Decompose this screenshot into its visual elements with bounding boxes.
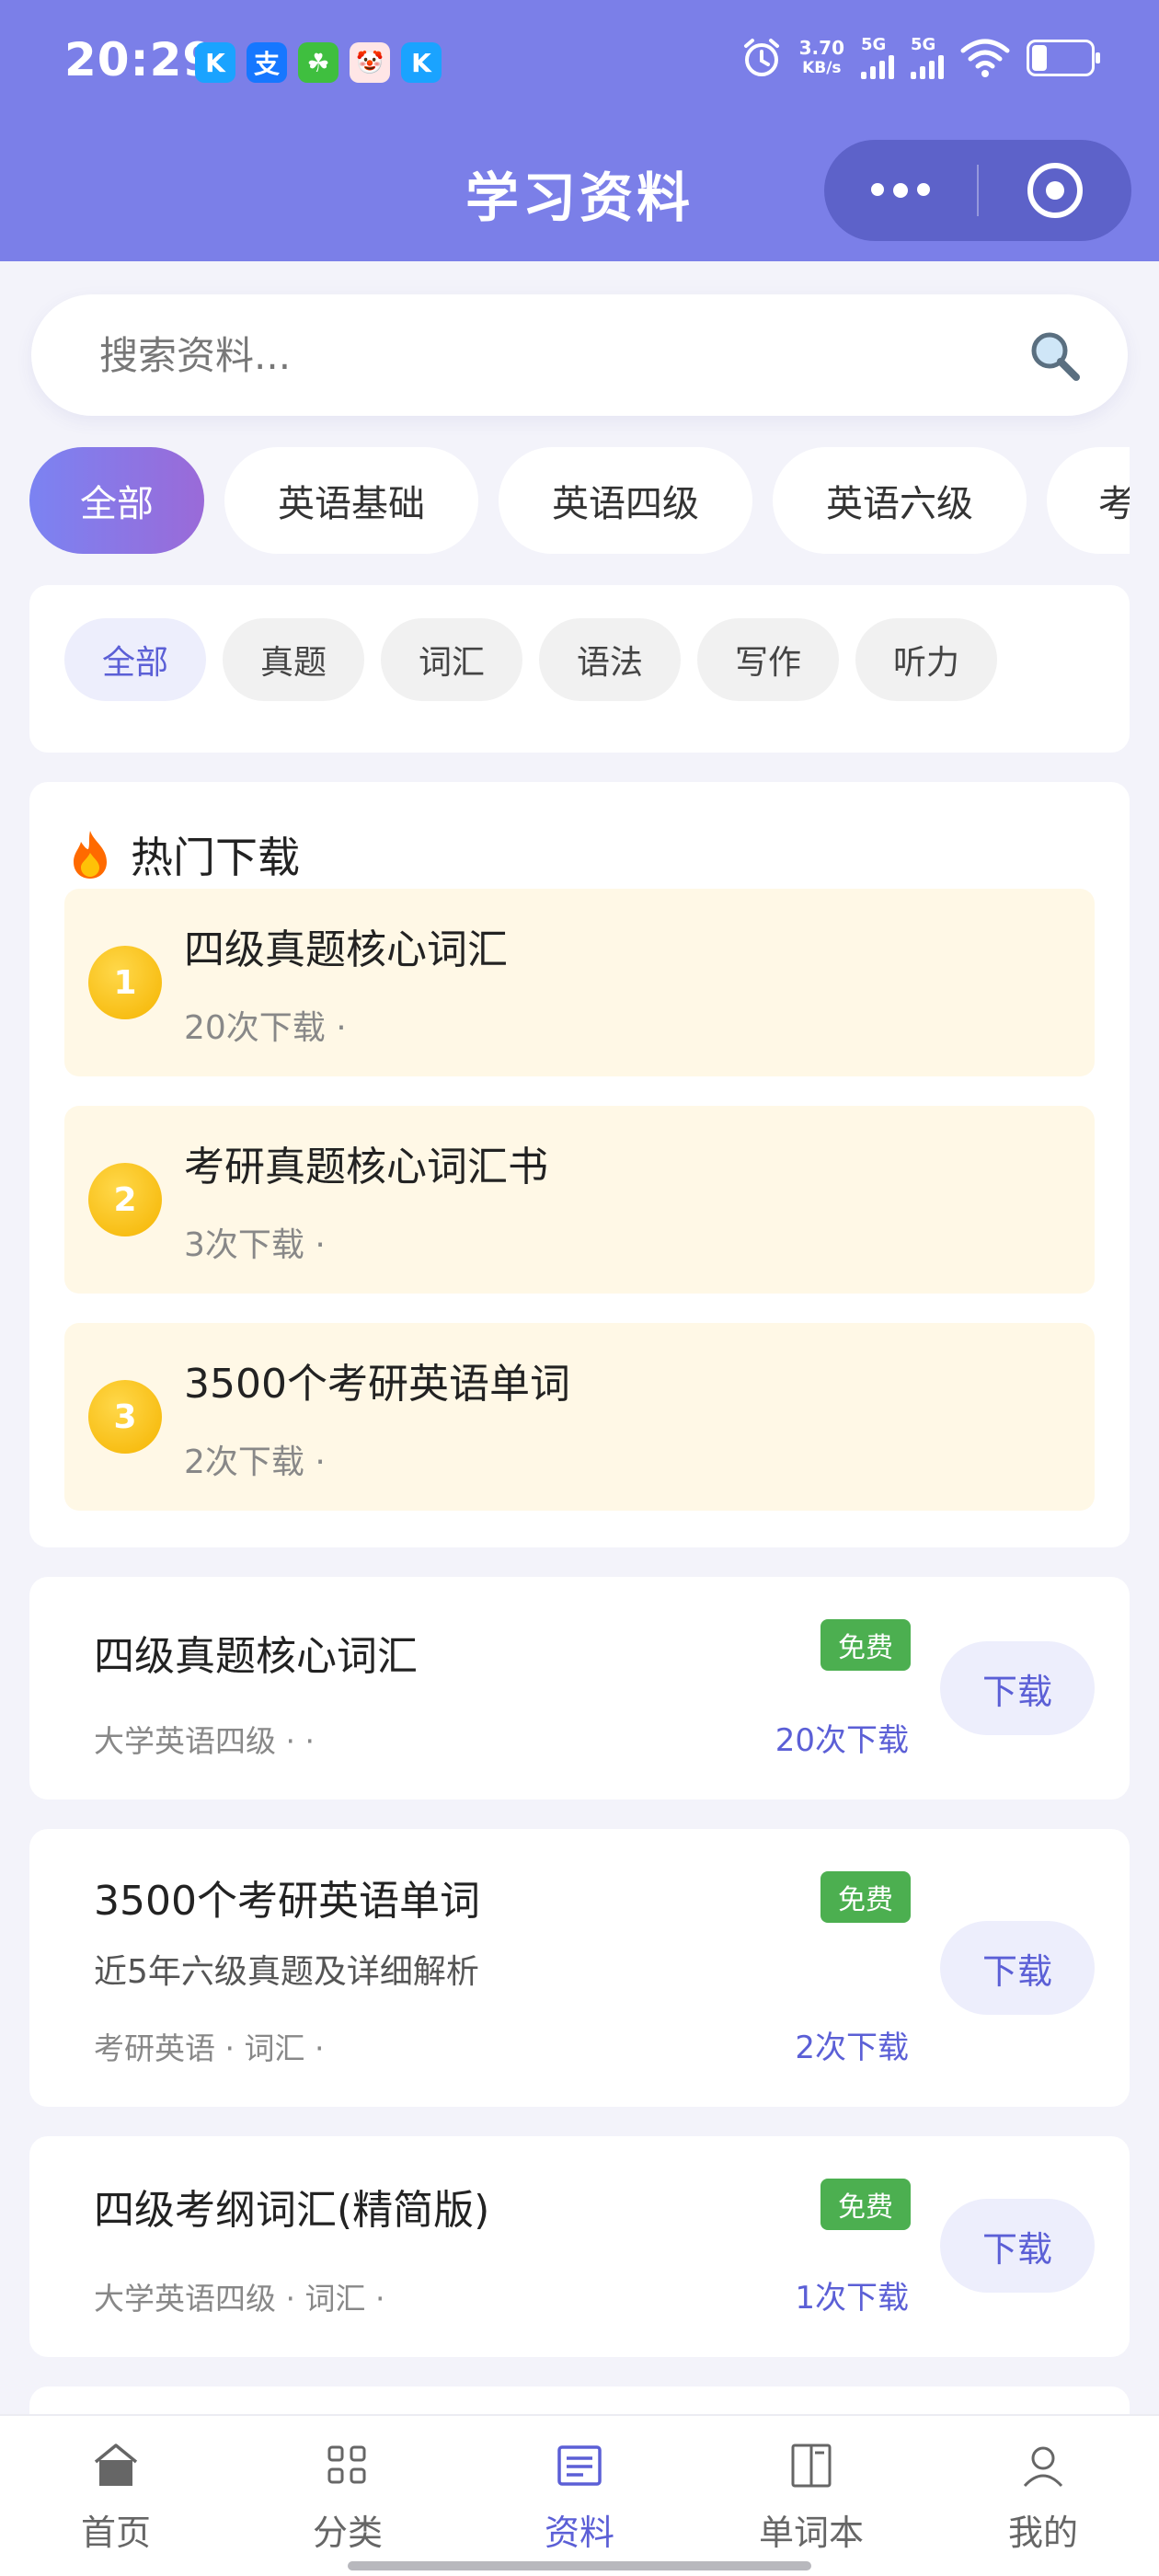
app-root: 20:29 K 支 ☘ 🤡 K 3.70 KB/s 5G 5G 学习资料 搜索资… bbox=[0, 0, 1159, 2576]
tab-profile[interactable]: 我的 bbox=[951, 2440, 1135, 2555]
tab-home[interactable]: 首页 bbox=[24, 2440, 208, 2555]
tag-past-papers[interactable]: 真题 bbox=[223, 618, 364, 701]
resource-meta: 大学英语四级 · 词汇 · bbox=[94, 2281, 385, 2317]
clown-app-icon: 🤡 bbox=[350, 42, 390, 83]
search-icon[interactable] bbox=[1027, 328, 1082, 383]
resource-card[interactable]: 四级考纲词汇(精简版) 免费 大学英语四级 · 词汇 · 1次下载 下载 bbox=[29, 2136, 1130, 2357]
resource-meta: 大学英语四级 · · bbox=[94, 1723, 315, 1759]
wifi-icon bbox=[960, 39, 1010, 77]
hot-item-title: 考研真题核心词汇书 bbox=[184, 1144, 548, 1190]
category-all[interactable]: 全部 bbox=[29, 447, 204, 554]
signal-bars-icon bbox=[861, 53, 894, 79]
tag-writing[interactable]: 写作 bbox=[697, 618, 839, 701]
category-english-basic[interactable]: 英语基础 bbox=[224, 447, 478, 554]
hot-item-meta: 2次下载 · bbox=[184, 1443, 326, 1481]
tag-listening[interactable]: 听力 bbox=[855, 618, 997, 701]
resource-title: 四级考纲词汇(精简版) bbox=[94, 2187, 490, 2234]
target-icon bbox=[1027, 163, 1083, 218]
tab-materials[interactable]: 资料 bbox=[488, 2440, 671, 2555]
resource-title: 四级真题核心词汇 bbox=[94, 1633, 418, 1680]
free-badge: 免费 bbox=[820, 1871, 911, 1923]
rank-badge: 3 bbox=[88, 1380, 162, 1454]
resource-card[interactable]: 3500个考研英语单词 免费 近5年六级真题及详细解析 考研英语 · 词汇 · … bbox=[29, 1829, 1130, 2107]
grid-icon bbox=[327, 2445, 366, 2484]
search-input[interactable] bbox=[99, 328, 982, 383]
hot-item-meta: 3次下载 · bbox=[184, 1226, 326, 1264]
fire-icon bbox=[74, 831, 107, 879]
hot-downloads-title: 热门下载 bbox=[66, 824, 300, 885]
tag-filter-card: 全部 真题 词汇 语法 写作 听力 bbox=[29, 585, 1130, 753]
book-icon bbox=[791, 2444, 832, 2488]
hot-item-title: 四级真题核心词汇 bbox=[184, 926, 508, 973]
more-options-button[interactable] bbox=[824, 183, 977, 198]
battery-icon bbox=[1027, 40, 1100, 76]
kugou-app-icon: K bbox=[195, 42, 235, 83]
hot-item[interactable]: 1 四级真题核心词汇 20次下载 · bbox=[64, 889, 1095, 1076]
category-cet4[interactable]: 英语四级 bbox=[499, 447, 752, 554]
category-postgrad[interactable]: 考 bbox=[1047, 447, 1130, 554]
rank-badge: 1 bbox=[88, 946, 162, 1019]
tab-wordbook[interactable]: 单词本 bbox=[719, 2440, 903, 2555]
hot-item[interactable]: 3 3500个考研英语单词 2次下载 · bbox=[64, 1323, 1095, 1511]
hot-item[interactable]: 2 考研真题核心词汇书 3次下载 · bbox=[64, 1106, 1095, 1294]
hot-item-title: 3500个考研英语单词 bbox=[184, 1361, 570, 1408]
category-cet6[interactable]: 英语六级 bbox=[773, 447, 1027, 554]
download-count: 20次下载 bbox=[775, 1722, 909, 1759]
document-icon bbox=[557, 2445, 602, 2486]
header: 20:29 K 支 ☘ 🤡 K 3.70 KB/s 5G 5G 学习资料 bbox=[0, 0, 1159, 261]
miniprogram-capsule bbox=[824, 140, 1131, 241]
resource-description: 近5年六级真题及详细解析 bbox=[94, 1953, 479, 1991]
status-time: 20:29 bbox=[64, 33, 216, 86]
tag-all[interactable]: 全部 bbox=[64, 618, 206, 701]
close-miniprogram-button[interactable] bbox=[979, 163, 1131, 218]
rank-badge: 2 bbox=[88, 1163, 162, 1236]
download-button[interactable]: 下载 bbox=[940, 1641, 1095, 1735]
home-indicator bbox=[348, 2561, 811, 2570]
tab-category[interactable]: 分类 bbox=[256, 2440, 440, 2555]
free-badge: 免费 bbox=[820, 2179, 911, 2230]
net-speed: 3.70 KB/s bbox=[798, 37, 844, 77]
signal-5g-2: 5G bbox=[911, 37, 944, 79]
resource-meta: 考研英语 · 词汇 · bbox=[94, 2030, 325, 2066]
signal-bars-icon bbox=[911, 53, 944, 79]
home-icon bbox=[94, 2444, 138, 2486]
kugou-app-icon-2: K bbox=[401, 42, 442, 83]
category-scroller[interactable]: 全部 英语基础 英语四级 英语六级 考 bbox=[29, 447, 1130, 554]
free-badge: 免费 bbox=[820, 1619, 911, 1671]
hot-downloads-card: 热门下载 1 四级真题核心词汇 20次下载 · 2 考研真题核心词汇书 3次下载… bbox=[29, 782, 1130, 1547]
tag-vocabulary[interactable]: 词汇 bbox=[381, 618, 522, 701]
resource-title: 3500个考研英语单词 bbox=[94, 1878, 480, 1925]
download-count: 1次下载 bbox=[795, 2280, 909, 2317]
resource-card[interactable]: 四级真题核心词汇 免费 大学英语四级 · · 20次下载 下载 bbox=[29, 1577, 1130, 1800]
download-count: 2次下载 bbox=[795, 2030, 909, 2066]
system-icons: 3.70 KB/s 5G 5G bbox=[740, 37, 1100, 79]
download-button[interactable]: 下载 bbox=[940, 1921, 1095, 2015]
leaf-app-icon: ☘ bbox=[298, 42, 339, 83]
download-button[interactable]: 下载 bbox=[940, 2199, 1095, 2293]
bottom-tab-bar: 首页 分类 资料 单词本 我的 bbox=[0, 2414, 1159, 2576]
tag-grammar[interactable]: 语法 bbox=[539, 618, 681, 701]
alipay-app-icon: 支 bbox=[247, 42, 287, 83]
notification-icons: K 支 ☘ 🤡 K bbox=[195, 42, 442, 83]
signal-5g-1: 5G bbox=[861, 37, 894, 79]
hot-item-meta: 20次下载 · bbox=[184, 1009, 347, 1047]
user-icon bbox=[1023, 2446, 1063, 2488]
status-bar: 20:29 K 支 ☘ 🤡 K 3.70 KB/s 5G 5G bbox=[0, 0, 1159, 129]
search-bar bbox=[31, 294, 1128, 416]
alarm-icon bbox=[743, 39, 779, 76]
